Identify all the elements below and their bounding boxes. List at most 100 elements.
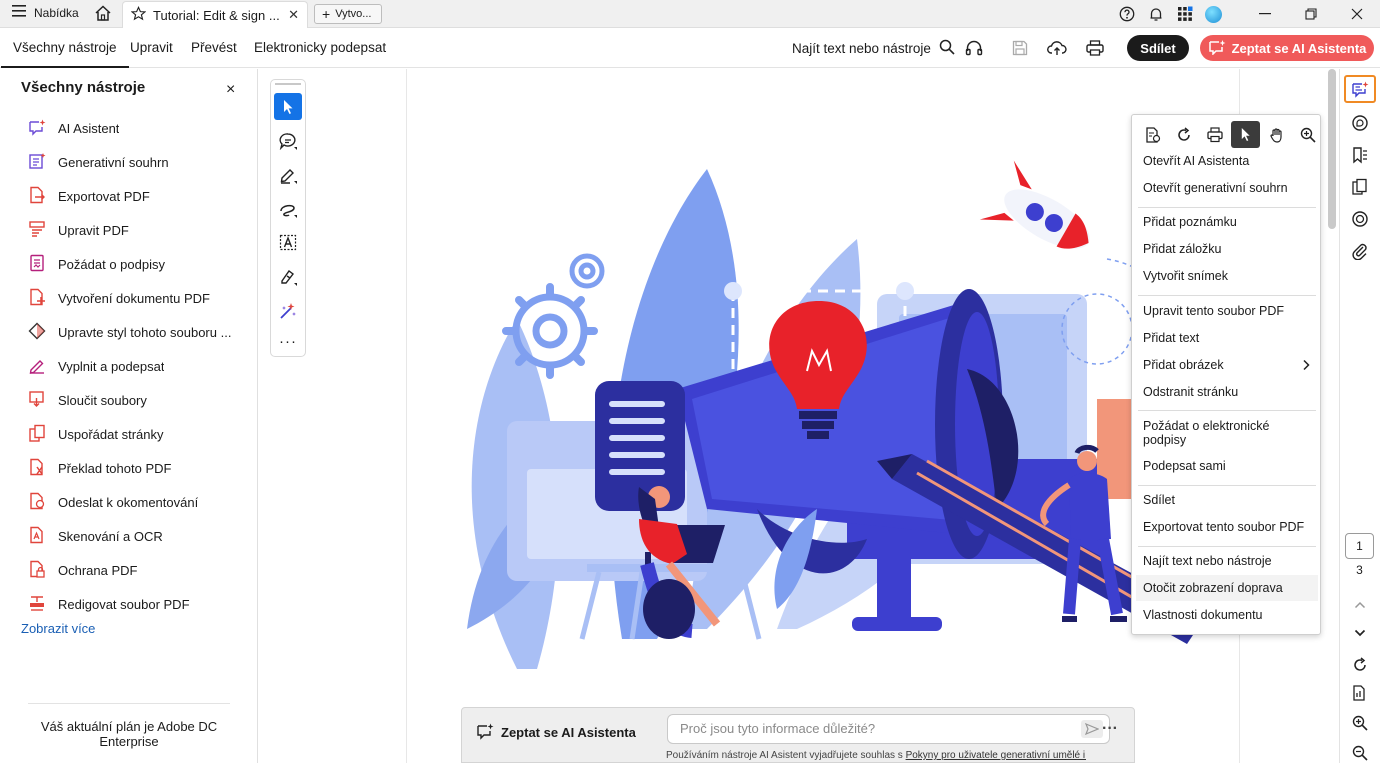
- notification-bell-icon[interactable]: [1141, 0, 1170, 28]
- layers-target-icon[interactable]: [1344, 205, 1376, 233]
- tool-edit-pdf[interactable]: Upravit PDF: [28, 219, 238, 241]
- new-tab-label: Vytvo...: [335, 8, 372, 20]
- read-aloud-headphones-icon[interactable]: [963, 38, 985, 58]
- restore-icon[interactable]: [1288, 0, 1334, 28]
- menu-find-text[interactable]: Najít text nebo nástroje: [1143, 554, 1315, 568]
- scan-ocr-icon: [28, 526, 46, 547]
- tool-organize-pages[interactable]: Uspořádat stránky: [28, 423, 238, 445]
- next-page-icon[interactable]: [1344, 619, 1376, 647]
- tool-protect-pdf[interactable]: Ochrana PDF: [28, 559, 238, 581]
- menu-add-bookmark[interactable]: Přidat záložku: [1143, 242, 1315, 256]
- menu-button[interactable]: Nabídka: [12, 5, 79, 20]
- hamburger-icon: [12, 5, 26, 20]
- tool-send-for-comment[interactable]: Odeslat k okomentování: [28, 491, 238, 513]
- rotate-icon[interactable]: [1169, 121, 1198, 148]
- tab-convert[interactable]: Převést: [191, 40, 237, 55]
- tool-merge-files[interactable]: Sloučit soubory: [28, 389, 238, 411]
- document-properties-icon[interactable]: [1138, 121, 1167, 148]
- zoom-in-icon[interactable]: [1344, 709, 1376, 737]
- tool-create-pdf[interactable]: Vytvoření dokumentu PDF: [28, 287, 238, 309]
- show-more-link[interactable]: Zobrazit více: [21, 621, 95, 636]
- menu-document-properties[interactable]: Vlastnosti dokumentu: [1143, 608, 1315, 622]
- tool-request-signatures[interactable]: Požádat o podpisy: [28, 253, 238, 275]
- tool-fill-sign[interactable]: Vyplnit a podepsat: [28, 355, 238, 377]
- menu-export-pdf[interactable]: Exportovat tento soubor PDF: [1143, 520, 1315, 534]
- send-icon[interactable]: [1081, 720, 1103, 738]
- menu-edit-pdf[interactable]: Upravit tento soubor PDF: [1143, 304, 1315, 318]
- tool-ai-assistant[interactable]: AI Asistent: [28, 117, 238, 139]
- tool-export-pdf[interactable]: Exportovat PDF: [28, 185, 238, 207]
- page-layout-icon[interactable]: [1344, 679, 1376, 707]
- current-page-input[interactable]: 1: [1345, 533, 1374, 559]
- menu-open-generative-summary[interactable]: Otevřít generativní souhrn: [1143, 181, 1315, 195]
- menu-divider: [1138, 485, 1316, 486]
- rotate-view-icon[interactable]: [1344, 651, 1376, 679]
- star-icon[interactable]: [130, 6, 147, 24]
- title-bar: Nabídka Tutorial: Edit & sign ... ✕ + Vy…: [0, 0, 1380, 28]
- hand-tool-icon[interactable]: [1262, 121, 1291, 148]
- close-tab-icon[interactable]: ✕: [288, 7, 299, 23]
- select-cursor-icon[interactable]: [1231, 121, 1260, 148]
- ai-assistant-panel-icon[interactable]: [1344, 75, 1376, 103]
- ask-ai-assistant-button[interactable]: Zeptat se AI Asistenta: [1200, 35, 1374, 61]
- highlight-tool-icon[interactable]: [274, 161, 302, 188]
- organize-icon: [28, 424, 46, 445]
- home-icon[interactable]: [94, 4, 112, 27]
- tab-title: Tutorial: Edit & sign ...: [153, 7, 280, 23]
- share-button[interactable]: Sdílet: [1127, 35, 1189, 61]
- ai-assistant-icon: [28, 118, 46, 139]
- ask-ai-label: Zeptat se AI Asistenta: [1231, 40, 1367, 56]
- text-box-tool-icon[interactable]: [274, 229, 302, 256]
- menu-rotate-view-right[interactable]: Otočit zobrazení doprava: [1143, 581, 1315, 595]
- menu-take-snapshot[interactable]: Vytvořit snímek: [1143, 269, 1315, 283]
- comment-tool-icon[interactable]: [274, 127, 302, 154]
- menu-add-text[interactable]: Přidat text: [1143, 331, 1315, 345]
- tool-redact-pdf[interactable]: Redigovat soubor PDF: [28, 593, 238, 615]
- document-tab[interactable]: Tutorial: Edit & sign ... ✕: [122, 1, 308, 28]
- tool-style-file[interactable]: Upravte styl tohoto souboru ...: [28, 321, 238, 343]
- more-tools-icon[interactable]: ···: [274, 328, 302, 355]
- previous-page-icon[interactable]: [1344, 591, 1376, 619]
- tab-e-sign[interactable]: Elektronicky podepsat: [254, 40, 386, 55]
- tool-translate-pdf[interactable]: Překlad tohoto PDF: [28, 457, 238, 479]
- guidelines-link[interactable]: Pokyny pro uživatele generativní umělé i…: [906, 750, 1086, 761]
- print-icon[interactable]: [1084, 38, 1106, 58]
- minimize-icon[interactable]: [1242, 0, 1288, 28]
- help-icon[interactable]: [1112, 0, 1141, 28]
- tab-all-tools[interactable]: Všechny nástroje: [1, 40, 129, 68]
- draw-tool-icon[interactable]: [274, 195, 302, 222]
- attachments-panel-icon[interactable]: [1344, 237, 1376, 265]
- menu-request-esignatures[interactable]: Požádat o elektronické podpisy: [1143, 419, 1315, 447]
- menu-open-ai-assistant[interactable]: Otevřít AI Asistenta: [1143, 154, 1315, 168]
- more-options-icon[interactable]: ···: [1102, 720, 1118, 738]
- print-icon[interactable]: [1200, 121, 1229, 148]
- menu-sign-yourself[interactable]: Podepsat sami: [1143, 459, 1315, 473]
- apps-grid-icon[interactable]: [1170, 0, 1199, 28]
- pages-panel-icon[interactable]: [1344, 173, 1376, 201]
- tab-edit[interactable]: Upravit: [130, 40, 173, 55]
- ai-bar-title[interactable]: Zeptat se AI Asistenta: [476, 722, 636, 743]
- menu-add-note[interactable]: Přidat poznámku: [1143, 215, 1315, 229]
- cloud-upload-icon[interactable]: [1046, 38, 1068, 58]
- translate-icon: [28, 458, 46, 479]
- user-avatar[interactable]: [1199, 0, 1228, 28]
- sign-tool-icon[interactable]: [274, 263, 302, 290]
- ai-sparkle-tool-icon[interactable]: [274, 297, 302, 324]
- menu-delete-page[interactable]: Odstranit stránku: [1143, 385, 1315, 399]
- select-tool-icon[interactable]: [274, 93, 302, 120]
- comments-panel-icon[interactable]: [1344, 109, 1376, 137]
- menu-share[interactable]: Sdílet: [1143, 493, 1315, 507]
- zoom-in-icon[interactable]: [1293, 121, 1322, 148]
- close-panel-icon[interactable]: ×: [226, 81, 235, 99]
- find-text-or-tools[interactable]: Najít text nebo nástroje: [792, 39, 955, 58]
- tool-scan-ocr[interactable]: Skenování a OCR: [28, 525, 238, 547]
- new-tab-button[interactable]: + Vytvo...: [314, 4, 382, 24]
- zoom-out-icon[interactable]: [1344, 739, 1376, 763]
- ai-question-input[interactable]: Proč jsou tyto informace důležité?: [667, 714, 1110, 744]
- save-icon[interactable]: [1009, 38, 1031, 58]
- tool-generative-summary[interactable]: Generativní souhrn: [28, 151, 238, 173]
- bookmarks-panel-icon[interactable]: [1344, 141, 1376, 169]
- menu-add-image[interactable]: Přidat obrázek: [1143, 358, 1315, 372]
- close-window-icon[interactable]: [1334, 0, 1380, 28]
- vertical-scrollbar[interactable]: [1328, 69, 1336, 229]
